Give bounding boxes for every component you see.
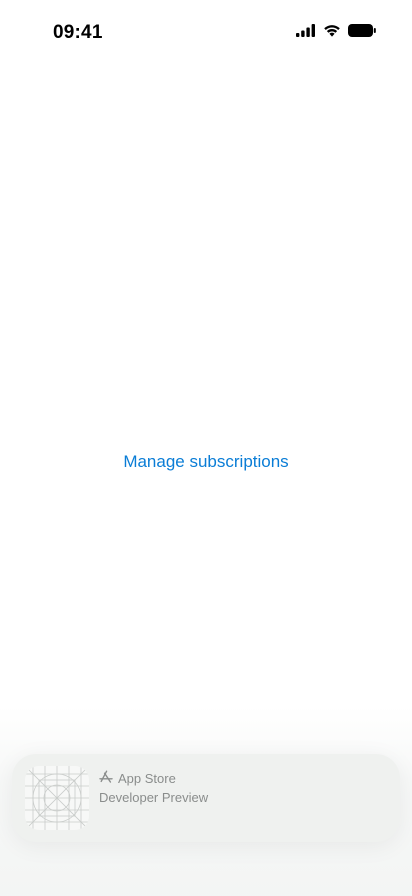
app-store-label: App Store [118,770,176,786]
cellular-signal-icon [296,24,316,37]
status-time: 09:41 [53,22,103,43]
app-screen: 09:41 Manage subscriptions App Store Dev… [0,0,412,896]
manage-subscriptions-link[interactable]: Manage subscriptions [0,452,412,472]
developer-preview-label: Developer Preview [99,790,209,805]
status-icons [296,24,376,37]
wifi-icon [323,24,341,37]
status-bar: 09:41 [0,0,412,66]
app-store-line: App Store [99,769,208,787]
app-store-icon [99,770,113,787]
app-icon-placeholder [25,766,89,830]
developer-preview-banner[interactable]: App Store Developer Preview [12,754,400,842]
banner-text: App Store Developer Preview [99,769,208,805]
battery-icon [348,24,376,37]
